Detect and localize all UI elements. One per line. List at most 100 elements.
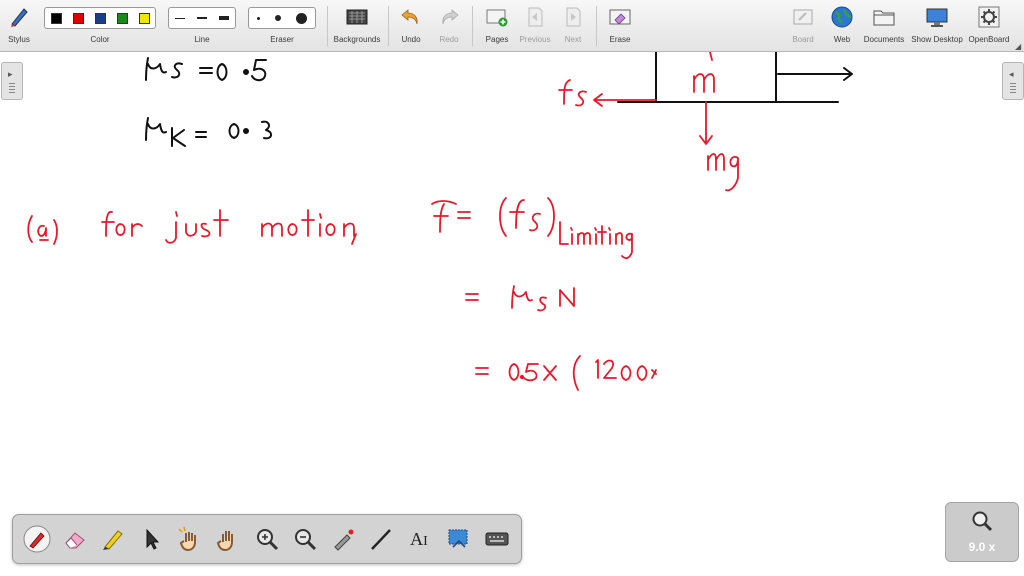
eraser-icon[interactable] (61, 525, 89, 553)
line-icon[interactable] (367, 525, 395, 553)
eraser-small-icon[interactable] (256, 16, 260, 20)
pointer-icon[interactable] (137, 525, 165, 553)
openboard-menu-button[interactable]: OpenBoard (966, 0, 1012, 51)
weight-arrow (699, 101, 713, 145)
add-page-icon (486, 9, 508, 27)
undo-button[interactable]: Undo (394, 0, 428, 51)
board-icon (793, 9, 813, 25)
erase-board-icon (609, 9, 631, 25)
folder-icon (873, 10, 895, 26)
board-mode-button[interactable]: Board (786, 0, 820, 51)
fs-label (558, 79, 587, 107)
next-page-button[interactable]: Next (556, 0, 590, 51)
zoom-in-icon[interactable] (253, 525, 281, 553)
label-F-text: F (846, 59, 847, 61)
toolbar-separator (472, 6, 473, 46)
zoom-indicator[interactable]: 9.0 x (945, 502, 1019, 562)
grip-icon (9, 83, 15, 93)
mu-s-subscript (171, 62, 183, 79)
mg-label (707, 153, 739, 192)
toolbar-separator (388, 6, 389, 46)
desktop-icon (926, 8, 948, 27)
previous-page-button[interactable]: Previous (516, 0, 554, 51)
eraser-size-options[interactable] (248, 7, 316, 29)
friction-arrow (593, 93, 657, 107)
color-red-swatch[interactable] (72, 12, 84, 24)
grip-icon (1010, 83, 1016, 93)
eraser-size-selector[interactable]: Eraser (248, 0, 316, 51)
color-green-swatch[interactable] (116, 12, 128, 24)
mu-k-equals (195, 131, 207, 138)
collapse-toolbar-icon[interactable]: ◢ (1015, 42, 1021, 51)
documents-button[interactable]: Documents (862, 0, 906, 51)
zoom-level: 9.0 x (968, 540, 996, 554)
mu-s-text: μs = 0·5 (140, 79, 144, 81)
mu-s-value (216, 59, 267, 82)
eraser-large-icon[interactable] (296, 12, 308, 24)
next-page-icon (566, 7, 581, 27)
keyboard-icon[interactable] (483, 525, 511, 553)
arrow-left-icon: ◂ (1009, 69, 1014, 79)
main-toolbar: Stylus Color Line Eraser Backgrounds Und… (0, 0, 1024, 52)
left-pages-tab[interactable]: ▸ (1, 62, 23, 100)
stylus-button[interactable]: Stylus (2, 0, 36, 51)
eq1-fs (509, 199, 541, 232)
line-width-options[interactable] (168, 7, 236, 29)
text-icon[interactable]: AI (405, 525, 433, 553)
capture-icon[interactable] (445, 525, 473, 553)
applied-force-arrow (777, 67, 853, 81)
color-selector[interactable]: Color (44, 0, 156, 51)
black-ink-layer (145, 52, 853, 147)
tool-palette: AI (12, 514, 522, 564)
eraser-medium-icon[interactable] (274, 15, 281, 21)
eq3-text: = 0·5 × (1200 × (476, 372, 483, 375)
for-just-motion (101, 209, 357, 245)
line-medium-icon[interactable] (197, 17, 207, 19)
eq3-1200 (595, 359, 657, 381)
color-blue-swatch[interactable] (94, 12, 106, 24)
right-library-tab[interactable]: ◂ (1002, 62, 1024, 100)
globe-icon (831, 6, 853, 28)
line-width-selector[interactable]: Line (168, 0, 236, 51)
eq1-paren-close (547, 197, 555, 237)
backgrounds-button[interactable]: Backgrounds (330, 0, 384, 51)
toolbar-separator (327, 6, 328, 46)
color-black-swatch[interactable] (50, 12, 62, 24)
label-m-text: m (700, 89, 701, 91)
mu-k-value (228, 120, 272, 140)
toolbar-separator (596, 6, 597, 46)
web-mode-button[interactable]: Web (825, 0, 859, 51)
mu-s-equals (199, 67, 213, 74)
undo-icon (401, 9, 418, 25)
marker-icon[interactable] (99, 525, 127, 553)
line-thin-icon[interactable] (175, 17, 185, 19)
mu-k-text: μk = 0·3 (140, 139, 144, 141)
stylus-icon (11, 8, 28, 27)
color-yellow-swatch[interactable] (138, 12, 150, 24)
redo-button[interactable]: Redo (432, 0, 466, 51)
pages-button[interactable]: Pages (480, 0, 514, 51)
eq2-subscript-s (537, 296, 547, 312)
color-palette[interactable] (44, 7, 156, 29)
erase-board-button[interactable]: Erase (603, 0, 637, 51)
eq1-paren-open (499, 197, 507, 237)
hand-play-icon[interactable] (175, 525, 203, 553)
eq1-limiting (559, 221, 633, 259)
zoom-out-icon[interactable] (291, 525, 319, 553)
eq1-text: F = (fs)limiting (430, 234, 437, 237)
laser-pointer-icon[interactable] (329, 525, 357, 553)
pen-icon[interactable] (23, 525, 51, 553)
whiteboard-canvas[interactable]: μs = 0·5 μk = 0·3 (a) for just motion, F… (0, 52, 1024, 576)
part-a-text: (a) for just motion, (30, 234, 39, 237)
magnifier-icon (972, 511, 993, 532)
show-desktop-button[interactable]: Show Desktop (910, 0, 964, 51)
mu-s-glyph (145, 57, 167, 81)
eq3-value (508, 363, 557, 382)
line-thick-icon[interactable] (219, 16, 229, 20)
gear-icon (978, 6, 1000, 28)
arrow-right-icon: ▸ (8, 69, 13, 79)
hand-pan-icon[interactable] (213, 525, 241, 553)
redo-icon (442, 9, 459, 25)
eq2-mu (511, 285, 533, 309)
eq2-N (559, 287, 575, 307)
